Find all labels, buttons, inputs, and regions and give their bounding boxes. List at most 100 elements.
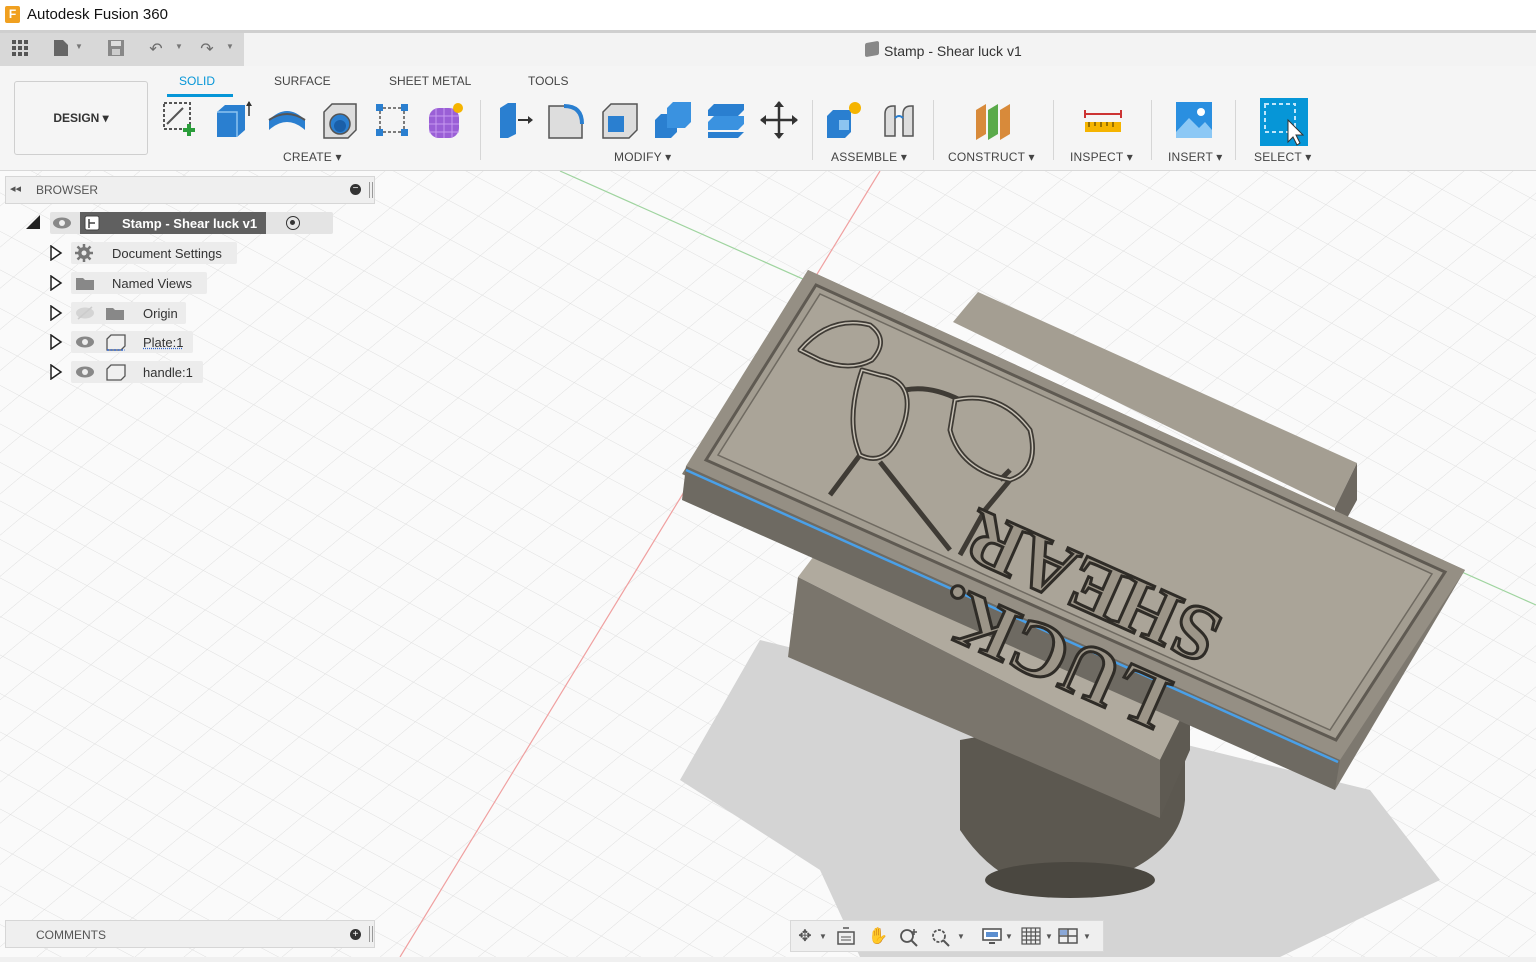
display-settings-icon[interactable] bbox=[982, 927, 1002, 947]
window-title: Autodesk Fusion 360 bbox=[27, 6, 168, 23]
tab-surface[interactable]: SURFACE bbox=[274, 74, 331, 88]
zoom-caret-icon[interactable]: ▼ bbox=[957, 932, 965, 941]
shell-icon[interactable] bbox=[600, 100, 640, 140]
grid-settings-icon[interactable] bbox=[1021, 927, 1041, 947]
hole-icon[interactable] bbox=[320, 100, 360, 140]
group-separator bbox=[812, 100, 813, 160]
viewports-caret-icon[interactable]: ▼ bbox=[1083, 932, 1091, 941]
pan-hand-icon[interactable]: ✋ bbox=[868, 927, 888, 947]
inspect-group-label[interactable]: INSPECT ▾ bbox=[1070, 150, 1133, 164]
document-tab-bar: ▼ ↶ ▼ ↷ ▼ Stamp - Shear luck v1 bbox=[0, 30, 1536, 67]
quick-access-toolbar: ▼ ↶ ▼ ↷ ▼ bbox=[0, 33, 244, 67]
expand-arrow-icon[interactable] bbox=[49, 363, 63, 383]
expand-arrow-icon[interactable] bbox=[49, 274, 63, 294]
navigation-bar: ✥ ▼ ✋ ▼ ▼ ▼ ▼ bbox=[790, 920, 1104, 952]
browser-item-origin[interactable]: Origin bbox=[47, 302, 247, 324]
form-icon[interactable] bbox=[426, 100, 466, 140]
grid-caret-icon[interactable]: ▼ bbox=[1045, 932, 1053, 941]
pattern-icon[interactable] bbox=[372, 100, 412, 140]
folder-icon bbox=[105, 305, 125, 324]
fusion-app-icon: F bbox=[5, 6, 20, 23]
offset-plane-icon[interactable] bbox=[972, 100, 1012, 140]
file-menu-icon[interactable] bbox=[50, 39, 72, 61]
revolve-icon[interactable] bbox=[267, 100, 307, 140]
minimize-panel-icon[interactable]: − bbox=[350, 184, 361, 195]
viewports-icon[interactable] bbox=[1058, 927, 1078, 947]
extrude-icon[interactable] bbox=[213, 100, 253, 140]
workspace-switcher-button[interactable]: DESIGN ▾ bbox=[14, 81, 148, 155]
file-menu-caret-icon[interactable]: ▼ bbox=[75, 42, 83, 51]
group-separator bbox=[1053, 100, 1054, 160]
gear-icon bbox=[75, 244, 93, 265]
modify-group-label[interactable]: MODIFY ▾ bbox=[614, 150, 671, 164]
look-at-icon[interactable] bbox=[836, 927, 856, 947]
orbit-caret-icon[interactable]: ▼ bbox=[819, 932, 827, 941]
group-separator bbox=[1151, 100, 1152, 160]
document-tab[interactable]: Stamp - Shear luck v1 bbox=[244, 33, 1536, 67]
offset-face-icon[interactable] bbox=[706, 100, 746, 140]
visibility-eye-icon[interactable] bbox=[75, 335, 95, 352]
group-separator bbox=[933, 100, 934, 160]
expand-triangle-icon[interactable] bbox=[26, 215, 40, 229]
root-node-label: Stamp - Shear luck v1 bbox=[122, 216, 258, 231]
construct-group-label[interactable]: CONSTRUCT ▾ bbox=[948, 150, 1035, 164]
display-caret-icon[interactable]: ▼ bbox=[1005, 932, 1013, 941]
insert-group-label[interactable]: INSERT ▾ bbox=[1168, 150, 1223, 164]
hidden-eye-icon[interactable] bbox=[75, 306, 95, 323]
folder-icon bbox=[75, 275, 95, 294]
body-icon bbox=[105, 363, 127, 384]
visibility-eye-icon[interactable] bbox=[75, 365, 95, 382]
browser-item-label: Origin bbox=[143, 306, 178, 321]
combine-icon[interactable] bbox=[653, 100, 693, 140]
add-comment-icon[interactable]: + bbox=[350, 929, 361, 940]
browser-item-document-settings[interactable]: Document Settings bbox=[47, 242, 247, 264]
group-separator bbox=[480, 100, 481, 160]
browser-item-label: Document Settings bbox=[112, 246, 222, 261]
panel-grip-icon[interactable] bbox=[369, 926, 373, 942]
expand-arrow-icon[interactable] bbox=[49, 333, 63, 353]
browser-item-handle[interactable]: handle:1 bbox=[47, 361, 247, 383]
fit-zoom-icon[interactable] bbox=[931, 927, 951, 947]
panel-grip-icon[interactable] bbox=[369, 182, 373, 198]
activate-radio-icon[interactable] bbox=[286, 216, 300, 230]
expand-arrow-icon[interactable] bbox=[49, 304, 63, 324]
status-strip bbox=[0, 957, 1536, 962]
redo-caret-icon[interactable]: ▼ bbox=[226, 42, 234, 51]
browser-item-named-views[interactable]: Named Views bbox=[47, 272, 247, 294]
measure-icon[interactable] bbox=[1083, 100, 1123, 140]
browser-root-row[interactable]: Stamp - Shear luck v1 bbox=[24, 212, 333, 234]
select-group-label[interactable]: SELECT ▾ bbox=[1254, 150, 1311, 164]
collapse-panel-icon[interactable]: ◂◂ bbox=[10, 182, 21, 195]
joint-icon[interactable] bbox=[879, 100, 919, 140]
create-sketch-icon[interactable] bbox=[161, 100, 201, 140]
group-separator bbox=[1235, 100, 1236, 160]
tab-solid[interactable]: SOLID bbox=[179, 74, 215, 88]
window-title-bar: F Autodesk Fusion 360 bbox=[0, 0, 1536, 30]
browser-panel-header[interactable]: ◂◂ BROWSER − bbox=[5, 176, 375, 204]
fillet-icon[interactable] bbox=[546, 100, 586, 140]
create-group-label[interactable]: CREATE ▾ bbox=[283, 150, 342, 164]
redo-icon[interactable]: ↷ bbox=[196, 39, 218, 61]
ribbon-toolbar: DESIGN ▾ SOLID SURFACE SHEET METAL TOOLS… bbox=[0, 66, 1536, 171]
document-cube-icon bbox=[865, 40, 879, 58]
select-icon[interactable] bbox=[1260, 98, 1308, 146]
tab-tools[interactable]: TOOLS bbox=[528, 74, 568, 88]
move-copy-icon[interactable] bbox=[759, 100, 799, 140]
undo-caret-icon[interactable]: ▼ bbox=[175, 42, 183, 51]
comments-panel-header[interactable]: COMMENTS + bbox=[5, 920, 375, 948]
visibility-eye-icon[interactable] bbox=[52, 216, 72, 230]
orbit-icon[interactable]: ✥ bbox=[795, 927, 815, 947]
comments-title: COMMENTS bbox=[36, 928, 106, 942]
document-tab-title: Stamp - Shear luck v1 bbox=[884, 43, 1022, 59]
assemble-group-label[interactable]: ASSEMBLE ▾ bbox=[831, 150, 907, 164]
browser-item-plate[interactable]: Plate:1 bbox=[47, 331, 247, 353]
tab-sheet-metal[interactable]: SHEET METAL bbox=[389, 74, 471, 88]
zoom-icon[interactable] bbox=[899, 927, 919, 947]
new-component-icon[interactable] bbox=[825, 100, 865, 140]
app-grid-icon[interactable] bbox=[9, 39, 31, 61]
save-icon[interactable] bbox=[105, 39, 127, 61]
expand-arrow-icon[interactable] bbox=[49, 244, 63, 264]
insert-image-icon[interactable] bbox=[1175, 100, 1215, 140]
press-pull-icon[interactable] bbox=[494, 100, 534, 140]
undo-icon[interactable]: ↶ bbox=[145, 39, 167, 61]
